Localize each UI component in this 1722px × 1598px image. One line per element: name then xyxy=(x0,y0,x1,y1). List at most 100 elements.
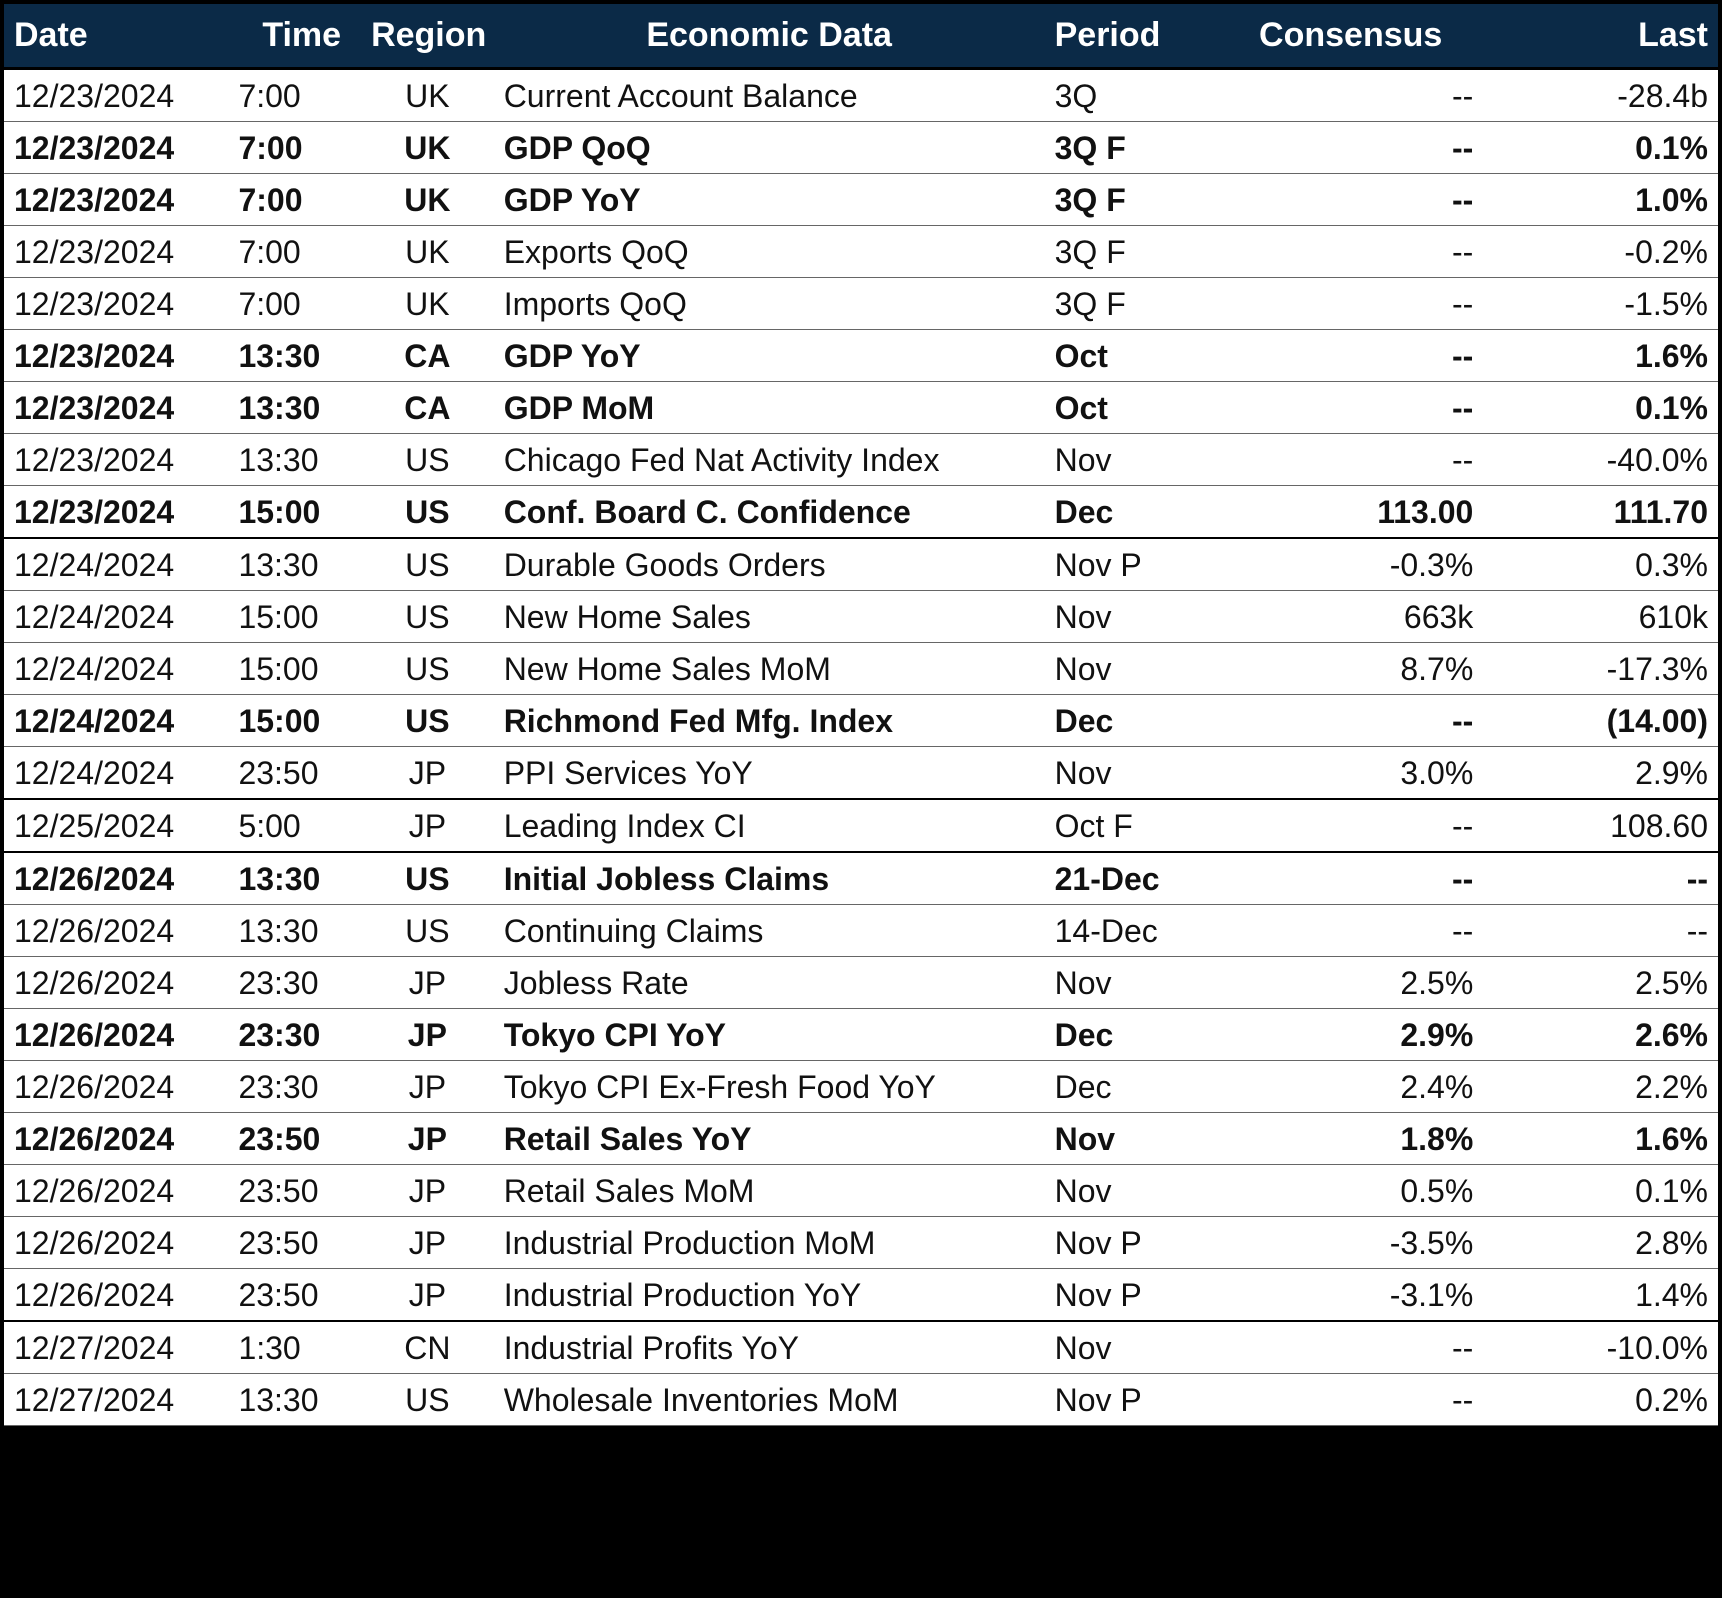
table-row: 12/26/202423:50JPIndustrial Production Y… xyxy=(4,1269,1718,1322)
cell-date: 12/24/2024 xyxy=(4,695,228,747)
header-region: Region xyxy=(361,4,494,69)
cell-consensus: -- xyxy=(1218,1321,1483,1374)
cell-period: Nov xyxy=(1045,434,1218,486)
cell-date: 12/23/2024 xyxy=(4,122,228,174)
cell-period: 3Q F xyxy=(1045,226,1218,278)
cell-period: Nov xyxy=(1045,957,1218,1009)
cell-last: 0.1% xyxy=(1483,1165,1718,1217)
cell-date: 12/23/2024 xyxy=(4,486,228,539)
economic-calendar-page: Date Time Region Economic Data Period Co… xyxy=(0,0,1722,1430)
cell-consensus: -- xyxy=(1218,799,1483,852)
cell-time: 7:00 xyxy=(228,174,361,226)
cell-last: -17.3% xyxy=(1483,643,1718,695)
cell-period: Nov xyxy=(1045,1113,1218,1165)
table-row: 12/23/20247:00UKCurrent Account Balance3… xyxy=(4,69,1718,122)
cell-last: -0.2% xyxy=(1483,226,1718,278)
table-row: 12/23/20247:00UKImports QoQ3Q F---1.5% xyxy=(4,278,1718,330)
table-row: 12/26/202413:30USContinuing Claims14-Dec… xyxy=(4,905,1718,957)
cell-economic-data: Industrial Production MoM xyxy=(494,1217,1045,1269)
cell-economic-data: GDP YoY xyxy=(494,330,1045,382)
cell-last: 0.1% xyxy=(1483,122,1718,174)
cell-last: 2.6% xyxy=(1483,1009,1718,1061)
cell-date: 12/26/2024 xyxy=(4,1009,228,1061)
table-row: 12/26/202423:30JPTokyo CPI YoYDec2.9%2.6… xyxy=(4,1009,1718,1061)
cell-consensus: 3.0% xyxy=(1218,747,1483,800)
cell-consensus: -- xyxy=(1218,174,1483,226)
cell-period: Dec xyxy=(1045,1009,1218,1061)
cell-time: 13:30 xyxy=(228,330,361,382)
cell-consensus: -- xyxy=(1218,69,1483,122)
cell-date: 12/23/2024 xyxy=(4,278,228,330)
cell-economic-data: Exports QoQ xyxy=(494,226,1045,278)
cell-economic-data: Jobless Rate xyxy=(494,957,1045,1009)
cell-date: 12/27/2024 xyxy=(4,1321,228,1374)
cell-last: 0.3% xyxy=(1483,538,1718,591)
cell-region: US xyxy=(361,852,494,905)
cell-time: 23:50 xyxy=(228,1113,361,1165)
cell-consensus: 8.7% xyxy=(1218,643,1483,695)
cell-date: 12/24/2024 xyxy=(4,591,228,643)
cell-period: Nov xyxy=(1045,643,1218,695)
cell-region: JP xyxy=(361,957,494,1009)
cell-time: 7:00 xyxy=(228,278,361,330)
cell-period: Nov P xyxy=(1045,1269,1218,1322)
cell-last: -- xyxy=(1483,852,1718,905)
cell-region: JP xyxy=(361,1113,494,1165)
cell-last: 1.0% xyxy=(1483,174,1718,226)
cell-date: 12/26/2024 xyxy=(4,1061,228,1113)
cell-period: 3Q F xyxy=(1045,278,1218,330)
cell-region: UK xyxy=(361,69,494,122)
table-row: 12/25/20245:00JPLeading Index CIOct F--1… xyxy=(4,799,1718,852)
cell-time: 5:00 xyxy=(228,799,361,852)
cell-period: Dec xyxy=(1045,695,1218,747)
cell-region: JP xyxy=(361,1061,494,1113)
table-row: 12/27/202413:30USWholesale Inventories M… xyxy=(4,1374,1718,1426)
cell-date: 12/27/2024 xyxy=(4,1374,228,1426)
header-economic-data: Economic Data xyxy=(494,4,1045,69)
cell-period: Nov xyxy=(1045,1165,1218,1217)
cell-last: 2.9% xyxy=(1483,747,1718,800)
cell-economic-data: New Home Sales xyxy=(494,591,1045,643)
cell-time: 23:50 xyxy=(228,1217,361,1269)
cell-period: Oct xyxy=(1045,382,1218,434)
cell-last: 111.70 xyxy=(1483,486,1718,539)
cell-region: JP xyxy=(361,1009,494,1061)
cell-economic-data: PPI Services YoY xyxy=(494,747,1045,800)
cell-time: 7:00 xyxy=(228,69,361,122)
cell-consensus: 0.5% xyxy=(1218,1165,1483,1217)
cell-region: CA xyxy=(361,382,494,434)
header-period: Period xyxy=(1045,4,1218,69)
cell-date: 12/23/2024 xyxy=(4,382,228,434)
cell-consensus: -- xyxy=(1218,1374,1483,1426)
cell-region: US xyxy=(361,695,494,747)
cell-date: 12/23/2024 xyxy=(4,226,228,278)
table-row: 12/26/202423:50JPRetail Sales MoMNov0.5%… xyxy=(4,1165,1718,1217)
table-row: 12/23/20247:00UKExports QoQ3Q F---0.2% xyxy=(4,226,1718,278)
cell-economic-data: GDP QoQ xyxy=(494,122,1045,174)
cell-last: 2.5% xyxy=(1483,957,1718,1009)
cell-region: UK xyxy=(361,122,494,174)
cell-economic-data: Industrial Production YoY xyxy=(494,1269,1045,1322)
cell-region: US xyxy=(361,905,494,957)
cell-last: 108.60 xyxy=(1483,799,1718,852)
cell-region: JP xyxy=(361,1217,494,1269)
cell-time: 13:30 xyxy=(228,538,361,591)
table-row: 12/23/202415:00USConf. Board C. Confiden… xyxy=(4,486,1718,539)
economic-calendar-table: Date Time Region Economic Data Period Co… xyxy=(4,4,1718,1426)
cell-last: 1.6% xyxy=(1483,330,1718,382)
cell-consensus: -- xyxy=(1218,695,1483,747)
table-row: 12/23/202413:30CAGDP YoYOct--1.6% xyxy=(4,330,1718,382)
table-row: 12/24/202415:00USRichmond Fed Mfg. Index… xyxy=(4,695,1718,747)
cell-economic-data: Chicago Fed Nat Activity Index xyxy=(494,434,1045,486)
cell-last: -1.5% xyxy=(1483,278,1718,330)
cell-consensus: -- xyxy=(1218,330,1483,382)
cell-consensus: -- xyxy=(1218,905,1483,957)
table-row: 12/24/202415:00USNew Home Sales MoMNov8.… xyxy=(4,643,1718,695)
cell-time: 13:30 xyxy=(228,1374,361,1426)
cell-time: 15:00 xyxy=(228,643,361,695)
cell-economic-data: Wholesale Inventories MoM xyxy=(494,1374,1045,1426)
cell-last: 1.4% xyxy=(1483,1269,1718,1322)
cell-economic-data: Industrial Profits YoY xyxy=(494,1321,1045,1374)
cell-date: 12/26/2024 xyxy=(4,1113,228,1165)
cell-consensus: -0.3% xyxy=(1218,538,1483,591)
